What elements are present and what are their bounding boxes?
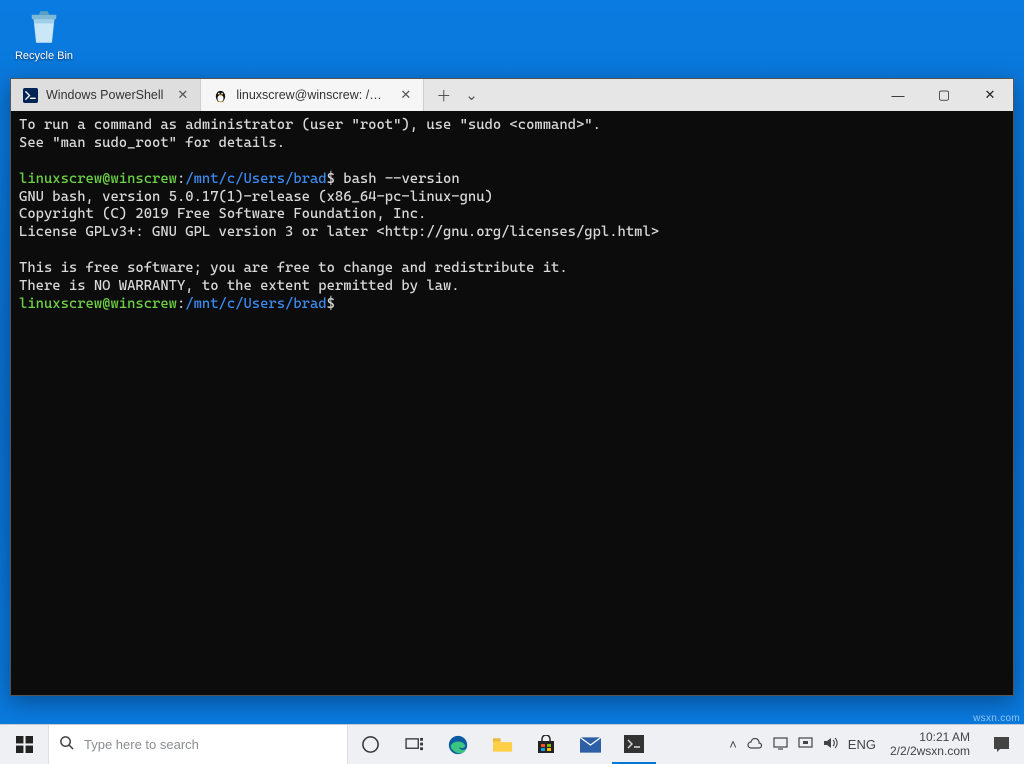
edge-icon[interactable]	[436, 725, 480, 764]
cortana-icon[interactable]	[348, 725, 392, 764]
onedrive-icon[interactable]	[747, 737, 763, 752]
prompt-path: /mnt/c/Users/brad	[185, 296, 326, 312]
network-icon[interactable]	[798, 737, 813, 753]
tab-strip: Windows PowerShell ✕ linuxscrew@winscrew…	[11, 79, 875, 111]
terminal-line: GNU bash, version 5.0.17(1)-release (x86…	[19, 189, 493, 205]
command: bash --version	[335, 171, 460, 187]
terminal-line: Copyright (C) 2019 Free Software Foundat…	[19, 206, 426, 222]
recycle-bin-label: Recycle Bin	[12, 50, 76, 62]
tux-icon	[213, 88, 228, 103]
terminal-line: This is free software; you are free to c…	[19, 260, 568, 276]
tab-close-icon[interactable]: ✕	[175, 87, 190, 103]
clock-date: 2/2/2wsxn.com	[890, 745, 970, 758]
store-icon[interactable]	[524, 725, 568, 764]
task-view-icon[interactable]	[392, 725, 436, 764]
taskbar-items	[348, 725, 656, 764]
new-tab-button[interactable]: ＋	[436, 85, 451, 106]
tab-linux[interactable]: linuxscrew@winscrew: /mnt/c/U ✕	[201, 79, 424, 111]
terminal-body[interactable]: To run a command as administrator (user …	[11, 111, 1013, 695]
tab-label: Windows PowerShell	[46, 88, 163, 102]
terminal-window: Windows PowerShell ✕ linuxscrew@winscrew…	[10, 78, 1014, 696]
tray-chevron-icon[interactable]: ˄	[729, 737, 737, 752]
terminal-taskbar-icon[interactable]	[612, 725, 656, 764]
mail-icon[interactable]	[568, 725, 612, 764]
prompt-user: linuxscrew@winscrew	[19, 296, 177, 312]
terminal-line: There is NO WARRANTY, to the extent perm…	[19, 278, 460, 294]
search-icon	[59, 735, 74, 754]
taskbar-search[interactable]: Type here to search	[48, 725, 348, 764]
language-indicator[interactable]: ENG	[848, 737, 876, 752]
terminal-line: See "man sudo_root" for details.	[19, 135, 285, 151]
maximize-button[interactable]: ▢	[921, 79, 967, 111]
window-controls: — ▢ ✕	[875, 79, 1013, 111]
tab-dropdown-icon[interactable]: ⌄	[465, 86, 478, 104]
taskbar: Type here to search ˄ ENG 10:21 AM 2/2/2…	[0, 724, 1024, 764]
system-tray: ˄ ENG 10:21 AM 2/2/2wsxn.com	[723, 725, 1024, 764]
minimize-button[interactable]: —	[875, 79, 921, 111]
tab-powershell[interactable]: Windows PowerShell ✕	[11, 79, 201, 111]
terminal-line: To run a command as administrator (user …	[19, 117, 601, 133]
volume-icon[interactable]	[823, 736, 838, 753]
clock-time: 10:21 AM	[890, 731, 970, 744]
tab-close-icon[interactable]: ✕	[398, 87, 413, 103]
tab-label: linuxscrew@winscrew: /mnt/c/U	[236, 88, 386, 102]
prompt-sign: $	[327, 296, 335, 312]
system-clock[interactable]: 10:21 AM 2/2/2wsxn.com	[886, 731, 974, 757]
powershell-icon	[23, 88, 38, 103]
explorer-icon[interactable]	[480, 725, 524, 764]
recycle-bin[interactable]: Recycle Bin	[12, 6, 76, 62]
close-button[interactable]: ✕	[967, 79, 1013, 111]
watermark: wsxn.com	[973, 713, 1020, 724]
tray-display-icon[interactable]	[773, 737, 788, 753]
action-center-icon[interactable]	[984, 725, 1018, 764]
start-button[interactable]	[0, 725, 48, 764]
prompt-user: linuxscrew@winscrew	[19, 171, 177, 187]
search-placeholder: Type here to search	[84, 737, 199, 752]
terminal-line: License GPLv3+: GNU GPL version 3 or lat…	[19, 224, 659, 240]
recycle-bin-icon	[23, 6, 65, 48]
prompt-path: /mnt/c/Users/brad	[185, 171, 326, 187]
window-titlebar[interactable]: Windows PowerShell ✕ linuxscrew@winscrew…	[11, 79, 1013, 111]
prompt-sign: $	[327, 171, 335, 187]
